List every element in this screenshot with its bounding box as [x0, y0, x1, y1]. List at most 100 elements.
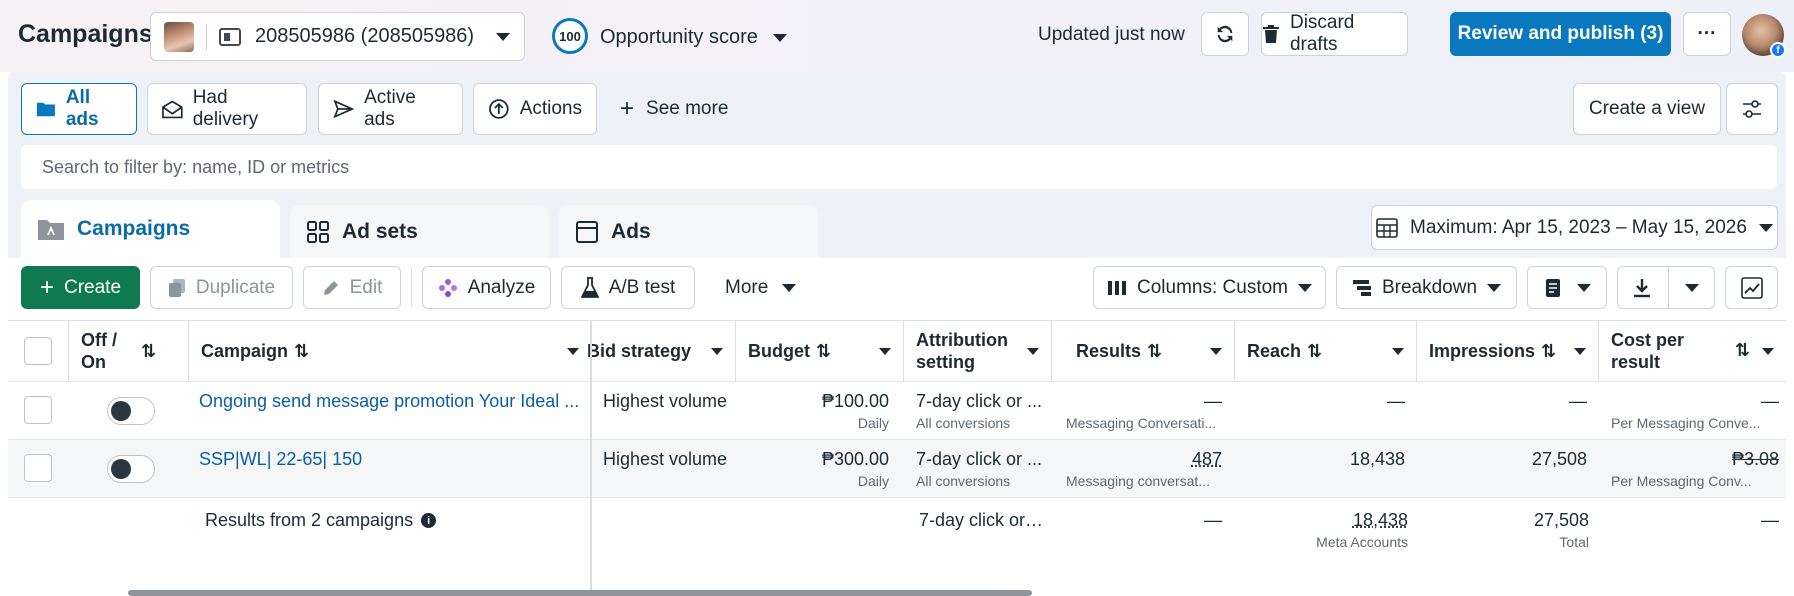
summary-label: Results from 2 campaigns i — [205, 510, 436, 531]
sort-icon[interactable]: ⇅ — [1541, 341, 1556, 362]
more-actions-button[interactable]: More — [725, 277, 796, 299]
sparkle-icon — [438, 278, 458, 298]
header-reach[interactable]: Reach ⇅ — [1235, 321, 1417, 381]
chevron-down-icon — [773, 34, 787, 42]
header-results-label: Results — [1076, 341, 1141, 362]
tab-ad-sets[interactable]: Ad sets — [290, 205, 549, 258]
sort-icon[interactable]: ⇅ — [1307, 341, 1322, 362]
opportunity-score-ring[interactable]: 100 — [552, 18, 588, 54]
pencil-icon — [322, 279, 340, 297]
filter-had-delivery[interactable]: Had delivery — [147, 83, 307, 135]
analyze-label: Analyze — [468, 277, 536, 299]
filter-all-ads[interactable]: All ads — [21, 83, 137, 135]
filter-had-delivery-label: Had delivery — [193, 87, 292, 131]
opportunity-score-label[interactable]: Opportunity score — [600, 26, 787, 49]
row-checkbox[interactable] — [24, 396, 52, 424]
header-budget[interactable]: Budget ⇅ — [736, 321, 904, 381]
info-icon[interactable]: i — [421, 513, 436, 528]
budget-type: Daily — [736, 473, 889, 489]
sort-icon[interactable]: ⇅ — [1735, 339, 1750, 361]
campaign-name-link[interactable]: SSP|WL| 22-65| 150 — [199, 449, 584, 470]
select-all-checkbox[interactable] — [24, 337, 52, 365]
header-cost-per-result[interactable]: Cost per result ⇅ — [1599, 321, 1786, 381]
chevron-down-icon[interactable] — [1210, 348, 1222, 355]
chevron-down-icon[interactable] — [711, 348, 723, 355]
breakdown-label: Breakdown — [1382, 277, 1477, 299]
impressions-value: 27,508 — [1429, 449, 1587, 470]
chevron-down-icon — [1487, 284, 1501, 292]
chart-view-button[interactable] — [1725, 266, 1778, 309]
header-bid-strategy[interactable]: Bid strategy — [591, 321, 736, 381]
create-view-button[interactable]: Create a view — [1573, 83, 1721, 135]
cost-value[interactable]: ₱3.08 — [1611, 449, 1779, 470]
horizontal-scrollbar[interactable] — [128, 590, 1032, 596]
discard-drafts-button[interactable]: Discard drafts — [1261, 12, 1408, 56]
chevron-down-icon[interactable] — [567, 348, 579, 355]
attribution-sub: All conversions — [916, 473, 1044, 489]
header-attribution[interactable]: Attribution setting — [904, 321, 1052, 381]
tab-ads[interactable]: Ads — [559, 205, 818, 258]
calendar-table-icon — [1376, 218, 1398, 238]
chevron-down-icon — [496, 33, 510, 41]
filter-active-ads-label: Active ads — [364, 87, 448, 131]
review-publish-button[interactable]: Review and publish (3) — [1450, 12, 1671, 56]
chevron-down-icon[interactable] — [879, 348, 891, 355]
columns-dropdown[interactable]: Columns: Custom — [1093, 266, 1326, 309]
more-options-button[interactable]: ··· — [1683, 12, 1731, 56]
filter-active-ads[interactable]: Active ads — [318, 83, 463, 135]
duplicate-icon — [168, 278, 186, 298]
sort-icon[interactable]: ⇅ — [816, 341, 831, 362]
chevron-down-icon[interactable] — [1762, 348, 1774, 355]
header-bid-strategy-label: Bid strategy — [587, 341, 691, 362]
tab-campaigns[interactable]: Campaigns — [21, 200, 280, 258]
account-selector[interactable]: 208505986 (208505986) — [150, 12, 525, 61]
campaign-name-link[interactable]: Ongoing send message promotion Your Idea… — [199, 391, 584, 412]
filter-actions[interactable]: Actions — [473, 83, 597, 135]
download-icon[interactable] — [1632, 278, 1652, 298]
view-settings-button[interactable] — [1726, 83, 1778, 135]
header-results[interactable]: Results ⇅ — [1052, 321, 1235, 381]
sort-icon[interactable]: ⇅ — [294, 341, 309, 362]
table-row[interactable]: Ongoing send message promotion Your Idea… — [8, 381, 1786, 439]
cost-type: Per Messaging Conv... — [1611, 473, 1779, 489]
edit-button[interactable]: Edit — [303, 266, 401, 309]
refresh-button[interactable] — [1201, 12, 1249, 56]
campaign-toggle[interactable] — [107, 397, 155, 425]
export-button-group[interactable] — [1617, 266, 1715, 309]
ab-test-button[interactable]: A/B test — [561, 266, 695, 309]
summary-reach[interactable]: 18,438 — [1247, 510, 1408, 531]
plus-icon: + — [620, 99, 634, 119]
analyze-button[interactable]: Analyze — [422, 266, 551, 309]
table-row[interactable]: SSP|WL| 22-65| 150 Highest volume ₱300.0… — [8, 439, 1786, 497]
budget-value[interactable]: ₱300.00 — [736, 449, 889, 470]
see-more-button[interactable]: + See more — [620, 98, 728, 120]
trend-chart-icon — [1741, 277, 1763, 299]
sort-icon[interactable]: ⇅ — [1147, 341, 1162, 362]
breakdown-dropdown[interactable]: Breakdown — [1336, 266, 1517, 309]
refresh-icon — [1214, 23, 1236, 45]
header-impressions[interactable]: Impressions ⇅ — [1417, 321, 1599, 381]
search-input[interactable]: Search to filter by: name, ID or metrics — [21, 145, 1777, 189]
header-campaign[interactable]: Campaign ⇅ — [189, 321, 591, 381]
divider — [1668, 266, 1669, 309]
chevron-down-icon[interactable] — [1027, 348, 1039, 355]
chevron-down-icon[interactable] — [1392, 348, 1404, 355]
reports-dropdown[interactable] — [1527, 266, 1607, 309]
chevron-down-icon[interactable] — [1685, 284, 1699, 292]
results-type: Messaging Conversati... — [1066, 415, 1224, 431]
report-icon — [1543, 278, 1563, 298]
tab-ad-sets-label: Ad sets — [342, 220, 418, 244]
sliders-icon — [1741, 99, 1763, 119]
campaign-toggle[interactable] — [107, 455, 155, 483]
results-value[interactable]: 487 — [1064, 449, 1222, 470]
date-range-picker[interactable]: Maximum: Apr 15, 2023 – May 15, 2026 — [1371, 205, 1778, 250]
create-button[interactable]: + Create — [21, 266, 140, 309]
row-checkbox[interactable] — [24, 454, 52, 482]
reach-value: 18,438 — [1247, 449, 1405, 470]
page-title: Campaigns — [18, 20, 153, 49]
budget-value[interactable]: ₱100.00 — [736, 391, 889, 412]
sort-icon[interactable]: ⇅ — [141, 340, 156, 362]
chevron-down-icon[interactable] — [1574, 348, 1586, 355]
header-off-on[interactable]: Off / On ⇅ — [69, 321, 189, 381]
duplicate-button[interactable]: Duplicate — [150, 266, 293, 309]
